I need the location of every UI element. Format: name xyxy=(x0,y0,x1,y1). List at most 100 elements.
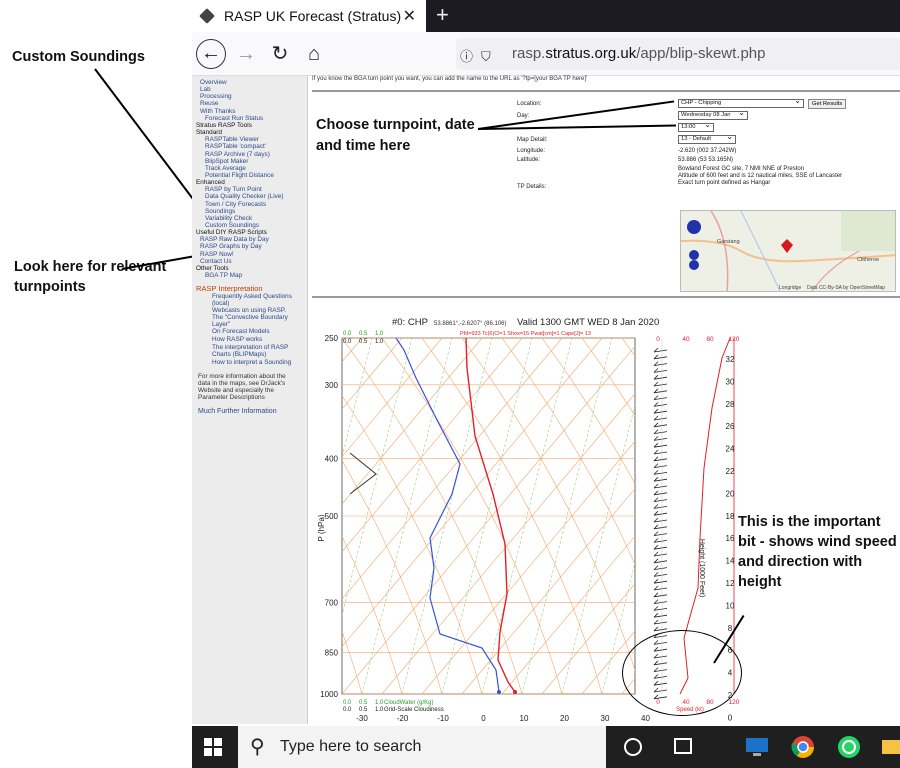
sidebar-interp-item[interactable]: Frequently Asked Questions (local) xyxy=(212,293,302,307)
chart-title: #0: CHP xyxy=(392,317,428,328)
cloudwater-tick: 1.0 xyxy=(375,331,384,337)
sidebar-item[interactable]: Track Average xyxy=(205,165,246,172)
sidebar-item[interactable]: BGA TP Map xyxy=(205,272,242,279)
forward-button[interactable]: → xyxy=(232,40,260,68)
time-select[interactable]: 13:00 xyxy=(678,121,714,132)
cloudiness-tick: 0.0 xyxy=(343,707,352,713)
temperature-tick: 0 xyxy=(481,714,486,723)
sidebar-item[interactable]: RASP by Turn Point xyxy=(205,186,262,193)
sidebar-item[interactable]: Contact Us xyxy=(200,258,232,265)
temperature-curve xyxy=(465,338,516,693)
url-path: /app/blip-skewt.php xyxy=(636,45,766,62)
sidebar-item[interactable]: Forecast Run Status xyxy=(205,115,263,122)
cortana-icon[interactable] xyxy=(624,738,642,756)
latitude-label: Latitude: xyxy=(517,157,541,163)
whatsapp-icon[interactable] xyxy=(836,734,862,760)
sidebar-further-link[interactable]: Much Further Information xyxy=(198,408,277,415)
map-place: Clitheroe xyxy=(857,257,880,263)
sidebar-interp-item[interactable]: Webcasts on using RASP. xyxy=(212,307,302,314)
site-info-icon[interactable]: ⓘ⛉ xyxy=(460,46,499,65)
map-detail-select[interactable]: 13 - Default xyxy=(678,133,736,144)
height-tick: 10 xyxy=(726,601,735,610)
sidebar-item[interactable]: Variability Check xyxy=(205,215,252,222)
sidebar-item[interactable]: RASPTable Viewer xyxy=(205,136,259,143)
cloudwater-tick: 0.0 xyxy=(343,700,352,706)
sidebar-interp-item[interactable]: The interpretation of RASP Charts (BLIPM… xyxy=(212,344,302,358)
reload-button[interactable]: ↻ xyxy=(266,40,294,68)
height-tick: 22 xyxy=(726,467,735,476)
height-tick: 14 xyxy=(726,557,735,566)
active-tab[interactable]: RASP UK Forecast (Stratus) ✕ xyxy=(192,0,426,32)
sidebar-interp-title[interactable]: RASP Interpretation xyxy=(196,284,263,293)
taskbar-search[interactable]: ⚲ Type here to search xyxy=(238,726,606,768)
height-tick: 30 xyxy=(726,377,735,386)
back-button[interactable]: ← xyxy=(196,39,226,69)
pressure-axis-label: P (hPa) xyxy=(317,514,326,541)
close-tab-icon[interactable]: ✕ xyxy=(403,6,416,26)
temperature-tick: 10 xyxy=(520,714,529,723)
annotation-choose: Choose turnpoint, date and time here xyxy=(316,117,475,154)
location-select[interactable]: CHP - Chipping xyxy=(678,97,804,108)
sidebar-item[interactable]: BlipSpot Maker xyxy=(205,158,248,165)
pressure-tick: 250 xyxy=(325,334,339,343)
home-button[interactable]: ⌂ xyxy=(300,40,328,68)
cape-marker xyxy=(349,452,377,495)
sidebar-interp-item[interactable]: How RASP works xyxy=(212,336,302,343)
temperature-tick: -20 xyxy=(397,714,409,723)
file-explorer-icon[interactable] xyxy=(882,734,900,760)
cloudwater-tick: 0.5 xyxy=(359,700,368,706)
height-axis-label: Height (1000 Feet) xyxy=(698,539,705,597)
chrome-icon[interactable] xyxy=(790,734,816,760)
cloudiness-label: Grid-Scale Cloudiness xyxy=(384,707,444,713)
pressure-tick: 500 xyxy=(325,512,339,521)
sidebar-item[interactable]: Reuse xyxy=(200,100,218,107)
height-tick: 26 xyxy=(726,422,735,431)
sidebar-item[interactable]: Overview xyxy=(200,79,227,86)
sidebar-item[interactable]: Potential Flight Distance xyxy=(205,172,274,179)
nav-bar: ← → ↻ ⌂ rasp.stratus.org.uk/app/blip-ske… xyxy=(192,32,900,76)
search-icon: ⚲ xyxy=(250,736,265,758)
height-tick: 32 xyxy=(726,355,735,364)
location-map[interactable]: Garstang Clitheroe Longridge Data CC-By-… xyxy=(680,210,896,292)
sidebar-interp-item[interactable]: How to interpret a Sounding xyxy=(212,359,302,366)
tp-detail-line: Bowland Forest GC site, 7 NMI NNE of Pre… xyxy=(678,166,805,172)
address-bar[interactable]: rasp.stratus.org.uk/app/blip-skewt.php xyxy=(456,38,900,70)
speed-tick-bottom: 120 xyxy=(729,699,740,706)
sidebar-item[interactable]: Town / City Forecasts xyxy=(205,201,266,208)
sidebar-item[interactable]: RASP Raw Data by Day xyxy=(200,236,269,243)
url-host: stratus.org.uk xyxy=(545,45,637,62)
sidebar-item[interactable]: RASP Archive (7 days) xyxy=(205,151,270,158)
surface-temp-point xyxy=(513,690,517,694)
site-icon xyxy=(199,8,215,24)
cloudwater-tick: 0.5 xyxy=(359,331,368,337)
cloudwater-label: CloudWater (g/Kg) xyxy=(384,700,433,706)
map-detail-label: Map Detail: xyxy=(517,137,548,143)
task-view-icon[interactable] xyxy=(674,738,692,754)
divider xyxy=(312,90,900,92)
desktop-app-icon[interactable] xyxy=(744,734,770,760)
sidebar-item[interactable]: With Thanks xyxy=(200,108,235,115)
sidebar-item[interactable]: Data Quality Checker (Live) xyxy=(205,193,284,200)
sidebar-item[interactable]: Lab xyxy=(200,86,211,93)
pressure-tick: 850 xyxy=(325,648,339,657)
sidebar-item: Useful DIY RASP Scripts xyxy=(196,229,267,237)
new-tab-button[interactable]: + xyxy=(436,2,449,28)
windows-start-icon[interactable] xyxy=(204,738,222,756)
sidebar-item[interactable]: Soundings xyxy=(205,208,235,215)
day-select[interactable]: Wednesday 08 Jan xyxy=(678,109,748,120)
cloudiness-tick: 1.0 xyxy=(375,707,384,713)
cloudwater-tick: 0.0 xyxy=(343,331,352,337)
sidebar-item[interactable]: RASPTable 'compact' xyxy=(205,143,266,150)
sidebar-item[interactable]: RASP Graphs by Day xyxy=(200,243,262,250)
sidebar-item[interactable]: Processing xyxy=(200,93,232,100)
sidebar-interp-item[interactable]: The "Convective Boundary Layer" xyxy=(212,314,302,328)
sidebar-item[interactable]: RASP Now! xyxy=(200,251,234,258)
pressure-tick: 1000 xyxy=(320,690,338,699)
sidebar-interp-item[interactable]: On Forecast Models xyxy=(212,328,302,335)
map-place: Garstang xyxy=(717,239,740,245)
get-results-button[interactable]: Get Results xyxy=(808,99,847,109)
speed-tick-top: 40 xyxy=(682,336,690,343)
sidebar-item[interactable]: Custom Soundings xyxy=(205,222,259,229)
skewt-chart: 2503004005007008501000-30 -20 -10 0 10 20 30 40… xyxy=(317,317,740,723)
highlight-ellipse xyxy=(622,630,742,716)
